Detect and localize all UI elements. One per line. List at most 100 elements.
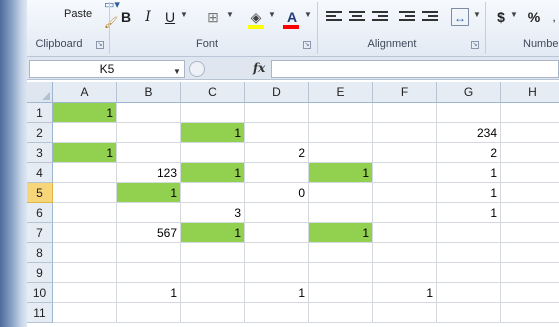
cell-h11[interactable] <box>501 303 559 323</box>
fill-color-dropdown-icon[interactable]: ▼ <box>268 10 276 19</box>
cell-g8[interactable] <box>437 243 501 263</box>
cell-d8[interactable] <box>245 243 309 263</box>
cell-e6[interactable] <box>309 203 373 223</box>
row-header-1[interactable]: 1 <box>27 103 53 123</box>
column-header-c[interactable]: C <box>181 82 245 103</box>
cell-d11[interactable] <box>245 303 309 323</box>
format-painter-icon[interactable]: 🖌 <box>104 16 118 29</box>
cell-a5[interactable] <box>53 183 117 203</box>
borders-icon[interactable]: ⊞ <box>205 8 221 26</box>
cell-b8[interactable] <box>117 243 181 263</box>
cell-e7[interactable]: 1 <box>309 223 373 243</box>
cell-b2[interactable] <box>117 123 181 143</box>
cell-a10[interactable] <box>53 283 117 303</box>
cell-h1[interactable] <box>501 103 559 123</box>
cell-c8[interactable] <box>181 243 245 263</box>
row-header-5[interactable]: 5 <box>27 183 53 203</box>
cell-d9[interactable] <box>245 263 309 283</box>
cell-e11[interactable] <box>309 303 373 323</box>
column-header-e[interactable]: E <box>309 82 373 103</box>
cell-c4[interactable]: 1 <box>181 163 245 183</box>
cell-b4[interactable]: 123 <box>117 163 181 183</box>
cell-h4[interactable] <box>501 163 559 183</box>
cell-g2[interactable]: 234 <box>437 123 501 143</box>
cell-f8[interactable] <box>373 243 437 263</box>
merge-center-icon[interactable]: ↔ <box>451 8 469 26</box>
copy-icon[interactable]: ▭▾ <box>104 0 120 11</box>
cell-a11[interactable] <box>53 303 117 323</box>
cell-g6[interactable]: 1 <box>437 203 501 223</box>
cell-c3[interactable] <box>181 143 245 163</box>
cell-g4[interactable]: 1 <box>437 163 501 183</box>
row-header-10[interactable]: 10 <box>27 283 53 303</box>
cell-e9[interactable] <box>309 263 373 283</box>
column-header-d[interactable]: D <box>245 82 309 103</box>
cell-a2[interactable] <box>53 123 117 143</box>
formula-input[interactable] <box>271 60 559 78</box>
column-header-h[interactable]: H <box>501 82 559 103</box>
cell-b9[interactable] <box>117 263 181 283</box>
cell-d3[interactable]: 2 <box>245 143 309 163</box>
cell-g3[interactable]: 2 <box>437 143 501 163</box>
comma-style-icon[interactable]: , <box>549 8 559 26</box>
cell-f6[interactable] <box>373 203 437 223</box>
cell-d4[interactable] <box>245 163 309 183</box>
percent-button[interactable]: % <box>527 8 541 26</box>
insert-function-button[interactable]: fx <box>253 61 265 75</box>
cell-d7[interactable] <box>245 223 309 243</box>
column-header-f[interactable]: F <box>373 82 437 103</box>
increase-indent-icon[interactable] <box>422 11 438 25</box>
row-header-3[interactable]: 3 <box>27 143 53 163</box>
row-header-8[interactable]: 8 <box>27 243 53 263</box>
cell-d1[interactable] <box>245 103 309 123</box>
align-center-icon[interactable] <box>349 11 365 25</box>
cell-a6[interactable] <box>53 203 117 223</box>
cell-c1[interactable] <box>181 103 245 123</box>
underline-dropdown-icon[interactable]: ▼ <box>180 10 188 19</box>
cell-a9[interactable] <box>53 263 117 283</box>
cell-e3[interactable] <box>309 143 373 163</box>
cell-a7[interactable] <box>53 223 117 243</box>
cell-f7[interactable] <box>373 223 437 243</box>
cell-h3[interactable] <box>501 143 559 163</box>
cell-c10[interactable] <box>181 283 245 303</box>
cell-f2[interactable] <box>373 123 437 143</box>
row-header-2[interactable]: 2 <box>27 123 53 143</box>
cell-f5[interactable] <box>373 183 437 203</box>
cell-h6[interactable] <box>501 203 559 223</box>
row-header-6[interactable]: 6 <box>27 203 53 223</box>
row-header-7[interactable]: 7 <box>27 223 53 243</box>
borders-dropdown-icon[interactable]: ▼ <box>226 10 234 19</box>
cell-f4[interactable] <box>373 163 437 183</box>
cell-d10[interactable]: 1 <box>245 283 309 303</box>
cell-f1[interactable] <box>373 103 437 123</box>
align-right-icon[interactable] <box>372 11 388 25</box>
column-header-a[interactable]: A <box>53 82 117 103</box>
cell-b3[interactable] <box>117 143 181 163</box>
cell-c6[interactable]: 3 <box>181 203 245 223</box>
cell-h7[interactable] <box>501 223 559 243</box>
cell-e4[interactable]: 1 <box>309 163 373 183</box>
cell-d6[interactable] <box>245 203 309 223</box>
cell-a8[interactable] <box>53 243 117 263</box>
cell-c11[interactable] <box>181 303 245 323</box>
font-launcher-icon[interactable]: ↘ <box>303 41 311 49</box>
cell-a4[interactable] <box>53 163 117 183</box>
bold-button[interactable]: B <box>119 8 133 26</box>
row-header-11[interactable]: 11 <box>27 303 53 323</box>
decrease-indent-icon[interactable] <box>399 11 415 25</box>
cell-c2[interactable]: 1 <box>181 123 245 143</box>
cell-g7[interactable] <box>437 223 501 243</box>
cell-b10[interactable]: 1 <box>117 283 181 303</box>
cell-b11[interactable] <box>117 303 181 323</box>
cell-h10[interactable] <box>501 283 559 303</box>
cell-e5[interactable] <box>309 183 373 203</box>
cell-b6[interactable] <box>117 203 181 223</box>
row-header-4[interactable]: 4 <box>27 163 53 183</box>
fill-color-icon[interactable]: ◈ <box>247 8 265 26</box>
cell-f10[interactable]: 1 <box>373 283 437 303</box>
cell-a3[interactable]: 1 <box>53 143 117 163</box>
clipboard-launcher-icon[interactable]: ↘ <box>96 41 104 49</box>
row-header-9[interactable]: 9 <box>27 263 53 283</box>
cell-g5[interactable]: 1 <box>437 183 501 203</box>
